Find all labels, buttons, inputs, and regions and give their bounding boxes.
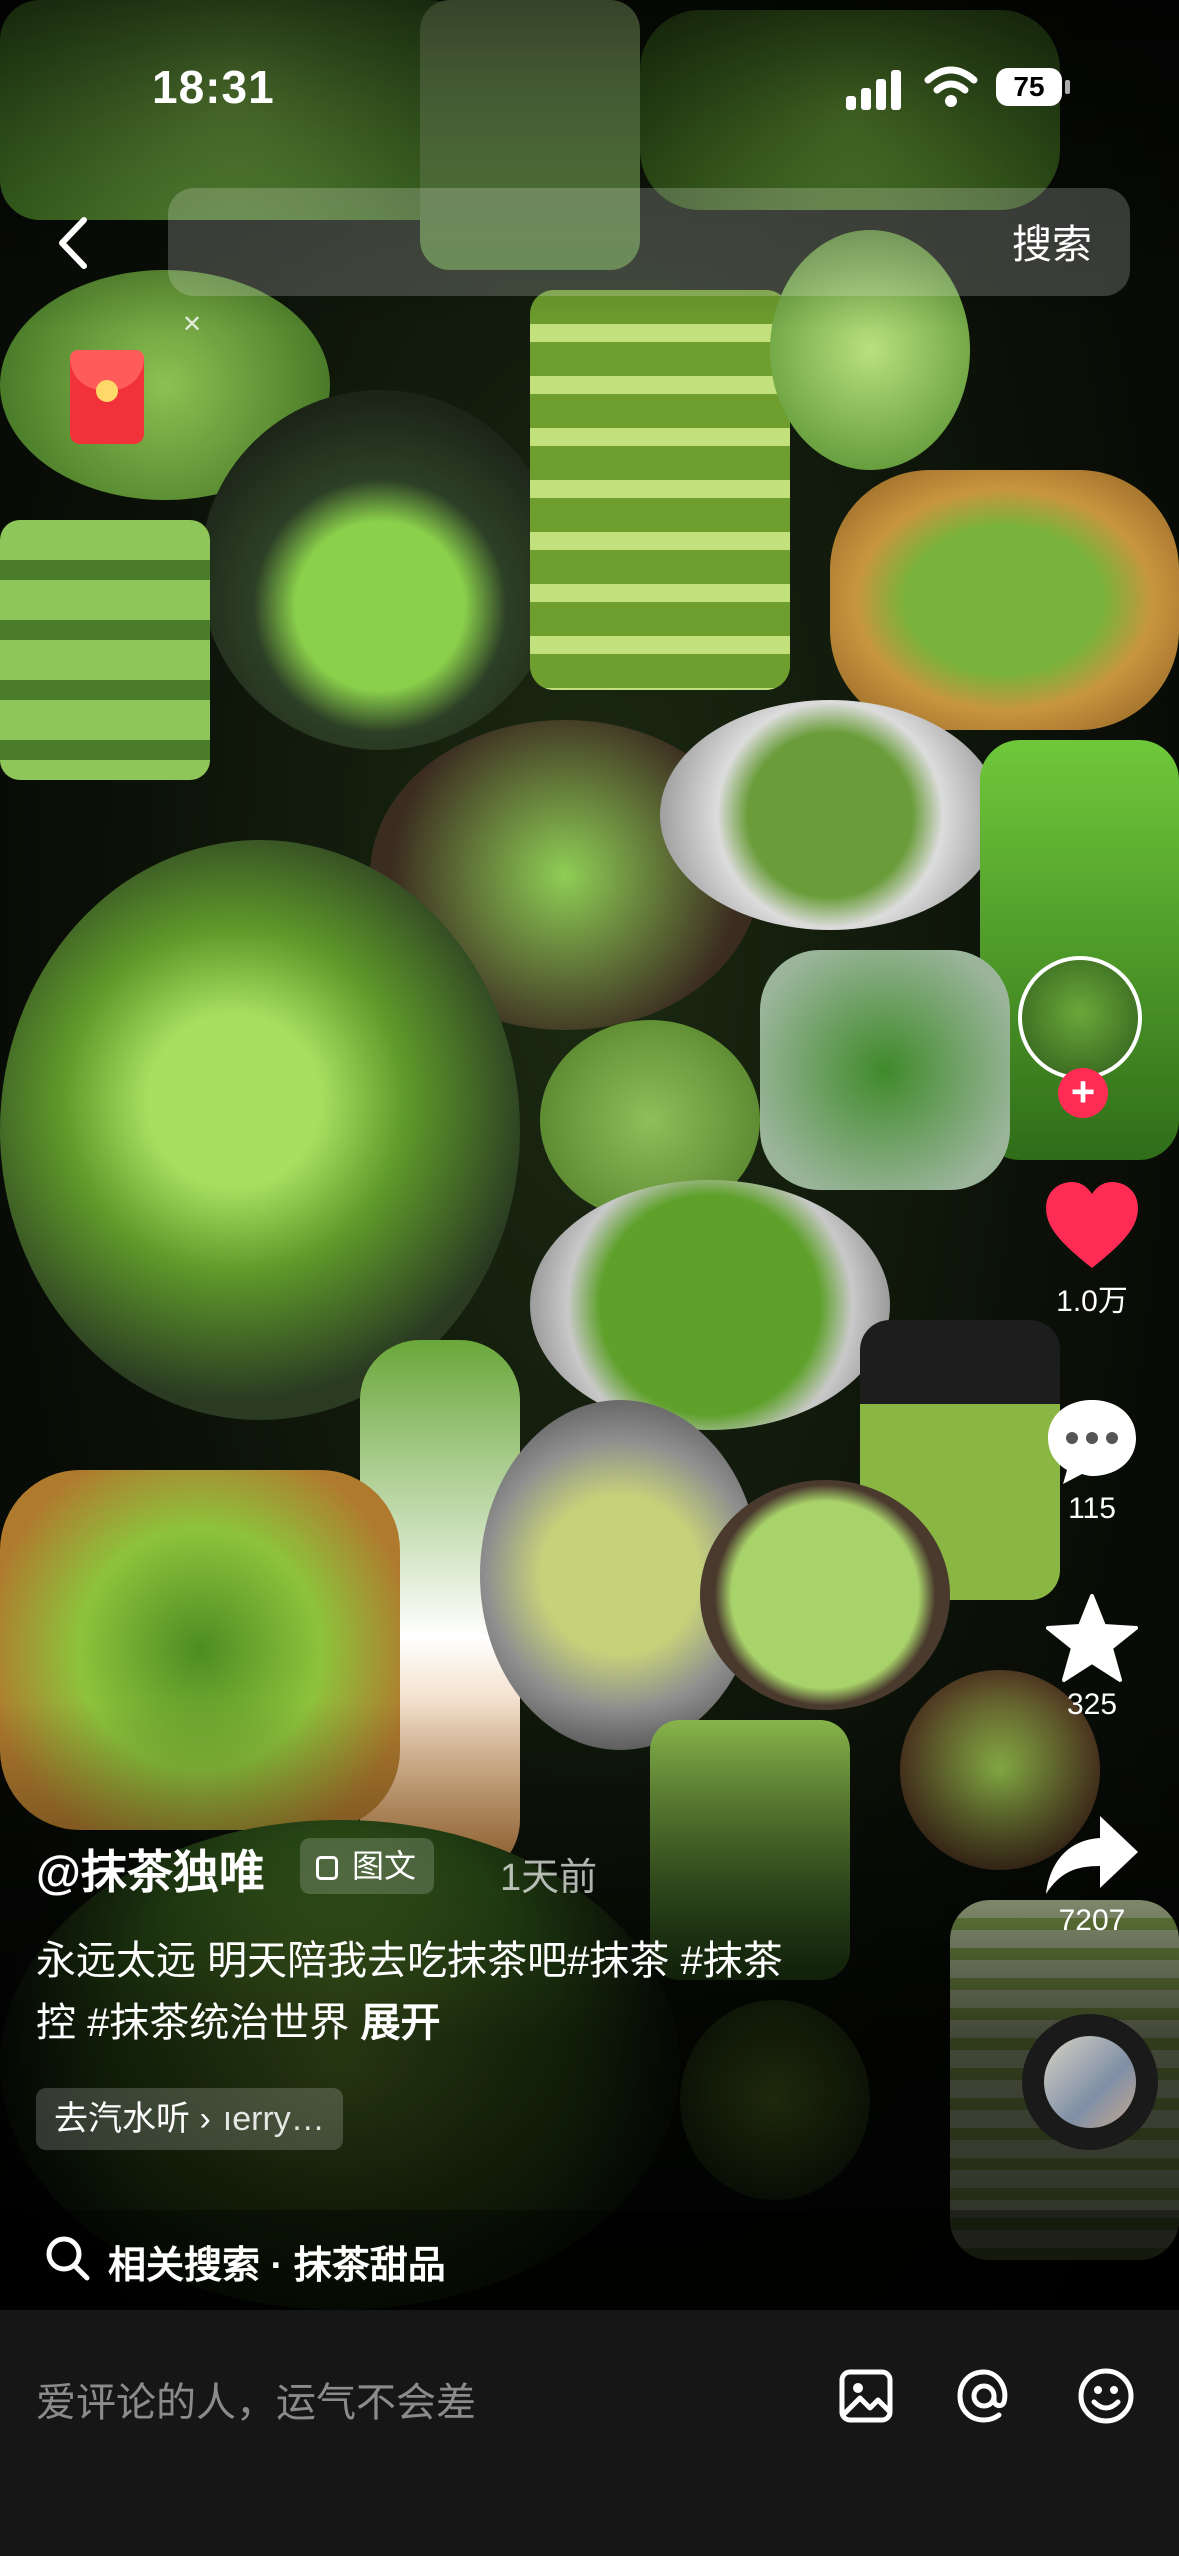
matcha-latte-image [700,1480,950,1710]
share-button[interactable]: 7207 [1022,1810,1162,1938]
matcha-tart-image [0,840,520,1420]
post-type-label: 图文 [352,1848,417,1884]
favorite-button[interactable]: 325 [1022,1592,1162,1722]
avatar[interactable] [1018,956,1142,1080]
caption-line-2: 控 #抹茶统治世界 [36,2001,361,2045]
at-icon[interactable] [954,2366,1014,2426]
signal-icon [846,68,906,110]
layered-dessert-image [530,290,790,690]
red-envelope-icon [70,350,144,444]
emoji-icon[interactable] [1076,2366,1136,2426]
dorayaki-image [830,470,1179,730]
heart-icon [1046,1182,1138,1268]
music-disc[interactable] [1022,2014,1158,2150]
status-time: 18:31 [152,61,275,113]
battery-icon: 75 [996,68,1070,106]
related-search-bar[interactable]: 相关搜索 · 抹茶甜品 [0,2210,1179,2310]
post-caption[interactable]: 永远太远 明天陪我去吃抹茶吧#抹茶 #抹茶 控 #抹茶统治世界 展开 [36,1930,916,2054]
wifi-icon [924,66,978,107]
post-time: 1天前 [500,1857,598,1899]
author-avatar-group[interactable]: + [1018,956,1148,1126]
star-icon [1046,1594,1138,1682]
mochi-bowl-image [660,700,1000,930]
music-cover [1044,2036,1136,2128]
red-envelope-button[interactable] [60,344,160,454]
matcha-balls-image [530,1180,890,1430]
share-icon [1046,1816,1138,1894]
like-button[interactable]: 1.0万 [1022,1180,1162,1320]
comment-count: 115 [1068,1492,1116,1525]
music-prefix: 去汽水听 [54,2100,190,2138]
status-bar: 18:31 75 [0,40,1179,130]
search-icon [46,2236,90,2281]
follow-plus-icon[interactable]: + [1058,1068,1108,1118]
music-name: ıerry… [222,2100,325,2138]
caption-line-1: 永远太远 明天陪我去吃抹茶吧#抹茶 #抹茶 [36,1939,783,1983]
image-icon[interactable] [836,2366,896,2426]
music-link[interactable]: 去汽水听 › ıerry… [36,2088,343,2150]
share-count: 7207 [1058,1904,1126,1937]
search-button[interactable]: 搜索 [1012,212,1092,270]
related-search-label: 相关搜索 · 抹茶甜品 [108,2245,446,2287]
expand-link[interactable]: 展开 [360,2001,440,2045]
favorite-count: 325 [1066,1688,1118,1721]
comment-bar: 爱评论的人，运气不会差 [0,2310,1179,2556]
lava-cake-image [200,390,560,750]
comment-input[interactable]: 爱评论的人，运气不会差 [36,2370,476,2428]
author-name[interactable]: @抹茶独唯 [36,1836,265,1902]
post-type-badge: 图文 [300,1838,435,1894]
back-icon[interactable] [48,208,108,278]
matcha-chocolate-image [760,950,1010,1190]
comment-icon [1048,1400,1136,1484]
chevron-right-icon: › [190,2100,211,2138]
close-icon[interactable]: ✕ [182,310,202,339]
image-post-icon [316,1856,338,1880]
search-input[interactable]: 搜索 [168,188,1130,296]
comment-button[interactable]: 115 [1022,1394,1162,1526]
like-count: 1.0万 [1056,1285,1128,1318]
cake-layers-image [0,520,210,780]
